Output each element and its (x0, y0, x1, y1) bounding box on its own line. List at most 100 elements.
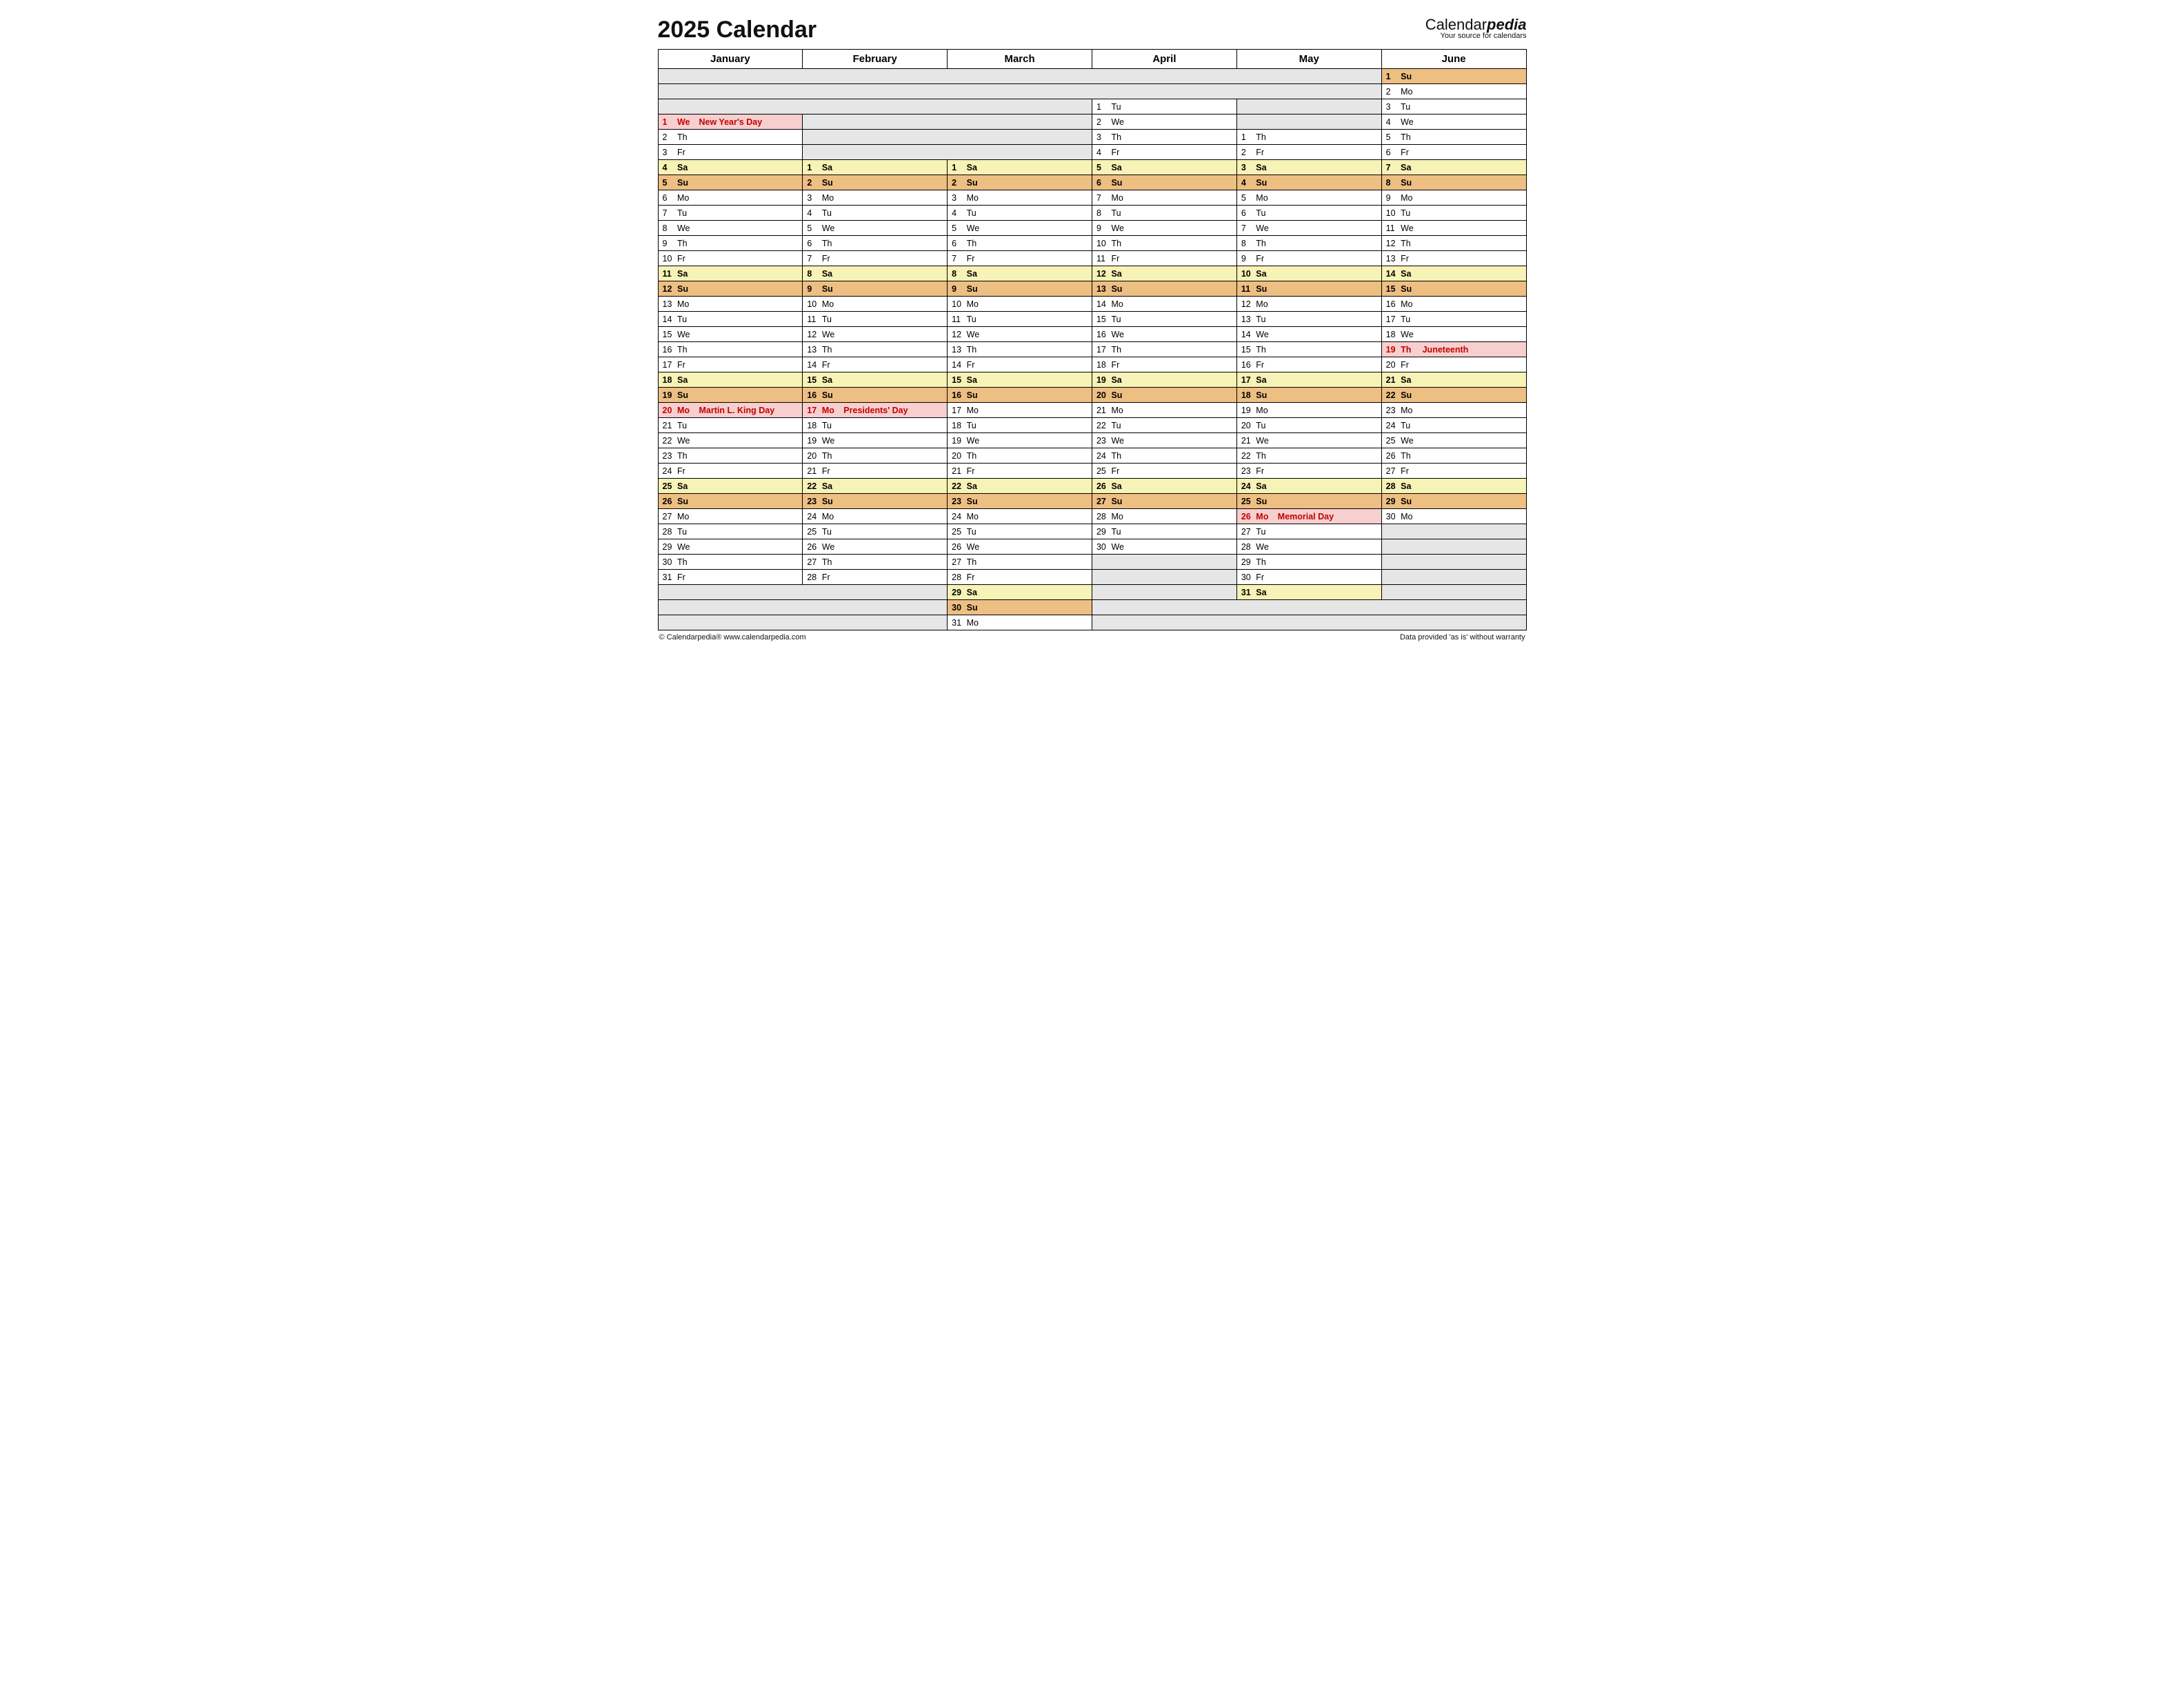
day-number: 27 (952, 557, 964, 567)
day-cell: 13 Mo (658, 297, 803, 312)
day-number: 13 (1386, 254, 1399, 263)
day-of-week: Fr (967, 360, 983, 370)
day-cell: 6 Mo (658, 190, 803, 206)
day-cell: 25 Tu (803, 524, 948, 539)
day-number: 20 (1096, 390, 1109, 400)
day-number: 12 (952, 330, 964, 339)
day-cell: 9 Su (948, 281, 1092, 297)
calendar-row: 19 Su16 Su16 Su20 Su18 Su22 Su (658, 388, 1526, 403)
day-number: 3 (663, 148, 675, 157)
day-cell: 28 Sa (1381, 479, 1526, 494)
day-of-week: We (822, 223, 839, 233)
day-cell: 31 Fr (658, 570, 803, 585)
day-number: 11 (1386, 223, 1399, 233)
day-of-week: Sa (822, 163, 839, 172)
day-of-week: We (677, 117, 694, 127)
day-cell: 30 We (1092, 539, 1236, 555)
day-cell: 27 Mo (658, 509, 803, 524)
day-cell: 17 Mo (948, 403, 1092, 418)
day-cell: 27 Th (803, 555, 948, 570)
day-cell: 21 Fr (948, 464, 1092, 479)
day-of-week: Mo (967, 406, 983, 415)
day-cell: 30 Su (948, 600, 1092, 615)
day-number: 12 (807, 330, 819, 339)
day-of-week: Tu (1256, 527, 1272, 537)
day-of-week: We (967, 542, 983, 552)
day-cell: 7 Fr (803, 251, 948, 266)
day-cell: 22 We (658, 433, 803, 448)
day-of-week: Th (1256, 239, 1272, 248)
day-of-week: Tu (1401, 421, 1417, 430)
day-of-week: We (1256, 542, 1272, 552)
day-of-week: Th (677, 132, 694, 142)
day-cell: 2 Mo (1381, 84, 1526, 99)
day-of-week: Fr (1401, 254, 1417, 263)
day-of-week: Sa (822, 481, 839, 491)
day-cell: 22 Th (1236, 448, 1381, 464)
day-number: 14 (663, 315, 675, 324)
day-number: 26 (1096, 481, 1109, 491)
day-number: 24 (952, 512, 964, 521)
empty-cell (1381, 524, 1526, 539)
day-number: 26 (1241, 512, 1254, 521)
day-cell: 5 Sa (1092, 160, 1236, 175)
day-number: 26 (1386, 451, 1399, 461)
day-cell: 16 We (1092, 327, 1236, 342)
day-cell: 20 Mo Martin L. King Day (658, 403, 803, 418)
day-number: 26 (807, 542, 819, 552)
day-of-week: Mo (822, 406, 839, 415)
day-number: 4 (1386, 117, 1399, 127)
calendar-page: 2025 Calendar Calendarpedia Your source … (658, 17, 1527, 641)
day-number: 2 (1241, 148, 1254, 157)
day-of-week: Su (967, 603, 983, 613)
day-of-week: Su (1401, 390, 1417, 400)
day-number: 14 (1096, 299, 1109, 309)
day-number: 15 (1241, 345, 1254, 355)
brand-tagline: Your source for calendars (1425, 32, 1527, 41)
day-cell: 19 Mo (1236, 403, 1381, 418)
day-of-week: Fr (677, 360, 694, 370)
empty-cell (658, 585, 948, 600)
day-of-week: Fr (1256, 254, 1272, 263)
day-number: 6 (1241, 208, 1254, 218)
day-of-week: Sa (967, 481, 983, 491)
day-cell: 19 Th Juneteenth (1381, 342, 1526, 357)
day-cell: 10 Th (1092, 236, 1236, 251)
day-cell: 11 Tu (948, 312, 1092, 327)
footer-left: © Calendarpedia® www.calendarpedia.com (659, 633, 806, 641)
day-cell: 26 We (948, 539, 1092, 555)
calendar-row: 5 Su2 Su2 Su6 Su4 Su8 Su (658, 175, 1526, 190)
brand-name: Calendarpedia (1425, 17, 1527, 32)
day-of-week: Th (822, 451, 839, 461)
day-number: 17 (1241, 375, 1254, 385)
day-cell: 16 Su (948, 388, 1092, 403)
day-of-week: Tu (677, 315, 694, 324)
day-of-week: Mo (1256, 299, 1272, 309)
day-number: 26 (952, 542, 964, 552)
day-cell: 19 We (948, 433, 1092, 448)
day-number: 25 (663, 481, 675, 491)
day-cell: 8 Sa (803, 266, 948, 281)
day-cell: 6 Su (1092, 175, 1236, 190)
day-cell: 22 Tu (1092, 418, 1236, 433)
day-number: 4 (1096, 148, 1109, 157)
day-number: 18 (1096, 360, 1109, 370)
empty-cell (1381, 539, 1526, 555)
day-of-week: Su (1401, 72, 1417, 81)
day-cell: 1 Su (1381, 69, 1526, 84)
day-number: 9 (1096, 223, 1109, 233)
day-cell: 1 Tu (1092, 99, 1236, 115)
day-cell: 7 Sa (1381, 160, 1526, 175)
day-cell: 13 Th (803, 342, 948, 357)
day-cell: 5 Su (658, 175, 803, 190)
calendar-row: 12 Su9 Su9 Su13 Su11 Su15 Su (658, 281, 1526, 297)
day-cell: 8 Sa (948, 266, 1092, 281)
day-number: 22 (1096, 421, 1109, 430)
day-cell: 10 Mo (948, 297, 1092, 312)
calendar-row: 15 We12 We12 We16 We14 We18 We (658, 327, 1526, 342)
empty-cell (1236, 115, 1381, 130)
day-of-week: Su (822, 284, 839, 294)
day-of-week: Th (822, 557, 839, 567)
day-cell: 4 Tu (948, 206, 1092, 221)
day-of-week: Sa (822, 375, 839, 385)
